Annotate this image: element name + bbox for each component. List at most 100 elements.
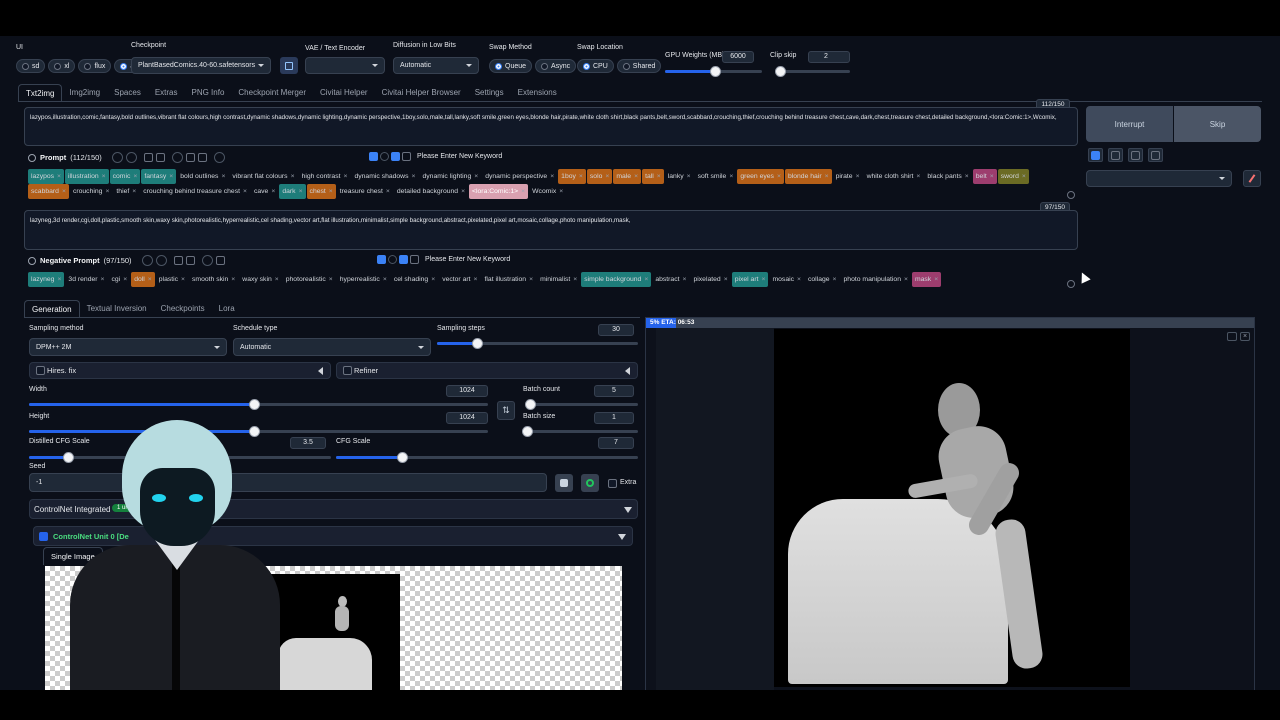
keyword-tag[interactable]: belt × bbox=[972, 169, 997, 184]
remove-tag-icon[interactable]: × bbox=[101, 276, 105, 283]
slider-thumb[interactable] bbox=[522, 426, 533, 437]
remove-tag-icon[interactable]: × bbox=[102, 173, 106, 180]
remove-tag-icon[interactable]: × bbox=[1022, 173, 1026, 180]
ui-option-xl[interactable]: xl bbox=[48, 59, 76, 73]
copy-icon[interactable] bbox=[173, 256, 183, 265]
keyword-tag[interactable]: black pants × bbox=[924, 169, 971, 184]
refiner-panel[interactable]: Refiner bbox=[336, 362, 638, 379]
keyword-tag[interactable]: abstract × bbox=[652, 272, 689, 287]
remove-tag-icon[interactable]: × bbox=[431, 276, 435, 283]
gpu-weights-input[interactable]: 6000 bbox=[722, 51, 754, 63]
keyword-tag[interactable]: plastic × bbox=[156, 272, 188, 287]
remove-tag-icon[interactable]: × bbox=[275, 276, 279, 283]
ui-option-sd[interactable]: sd bbox=[16, 59, 46, 73]
negative-keyword-input[interactable]: Please Enter New Keyword bbox=[425, 256, 510, 263]
keyword-tag[interactable]: vector art × bbox=[439, 272, 480, 287]
save-icon[interactable] bbox=[215, 256, 225, 265]
undo-icon[interactable] bbox=[171, 152, 183, 163]
settings-icon[interactable] bbox=[111, 152, 123, 163]
gpu-weights-slider[interactable] bbox=[665, 66, 762, 77]
slider-thumb[interactable] bbox=[774, 66, 786, 77]
interrupt-button[interactable]: Interrupt bbox=[1086, 106, 1173, 142]
slider-thumb[interactable] bbox=[472, 338, 484, 349]
clip-skip-slider[interactable] bbox=[774, 66, 850, 77]
remove-tag-icon[interactable]: × bbox=[132, 188, 136, 195]
keyword-tag[interactable]: dynamic perspective × bbox=[482, 169, 557, 184]
keyword-tag[interactable]: pixelated × bbox=[690, 272, 730, 287]
remove-tag-icon[interactable]: × bbox=[657, 173, 661, 180]
remove-tag-icon[interactable]: × bbox=[605, 173, 609, 180]
hires-fix-checkbox[interactable] bbox=[36, 366, 45, 375]
slider-thumb[interactable] bbox=[710, 66, 722, 77]
keyword-tag[interactable]: crouching × bbox=[70, 184, 112, 199]
collapse-left-icon[interactable] bbox=[625, 367, 630, 375]
remove-tag-icon[interactable]: × bbox=[133, 173, 137, 180]
keyword-tag[interactable]: soft smile × bbox=[695, 169, 737, 184]
swap-dimensions-button[interactable]: ⇅ bbox=[497, 401, 515, 420]
keyword-tag[interactable]: crouching behind treasure chest × bbox=[140, 184, 250, 199]
collapse-up-icon[interactable] bbox=[1067, 280, 1075, 288]
slider-thumb[interactable] bbox=[248, 399, 260, 410]
random-seed-button[interactable] bbox=[555, 474, 573, 492]
checkbox-icon[interactable] bbox=[402, 152, 411, 161]
keyword-tag[interactable]: doll × bbox=[131, 272, 155, 287]
keyword-tag[interactable]: tall × bbox=[642, 169, 664, 184]
collapse-icon[interactable] bbox=[28, 153, 36, 162]
remove-tag-icon[interactable]: × bbox=[777, 173, 781, 180]
checkbox-icon[interactable] bbox=[369, 152, 378, 161]
slider-thumb[interactable] bbox=[525, 399, 537, 410]
keyword-tag[interactable]: minimalist × bbox=[537, 272, 580, 287]
remove-tag-icon[interactable]: × bbox=[57, 173, 61, 180]
remove-tag-icon[interactable]: × bbox=[231, 276, 235, 283]
schedule-type-dropdown[interactable]: Automatic bbox=[233, 338, 431, 356]
keyword-tag[interactable]: green eyes × bbox=[737, 169, 784, 184]
batch-count-input[interactable]: 5 bbox=[594, 385, 634, 397]
keyword-tag[interactable]: cgi × bbox=[109, 272, 131, 287]
remove-tag-icon[interactable]: × bbox=[559, 188, 563, 195]
keyword-tag[interactable]: comic × bbox=[109, 169, 141, 184]
tab-spaces[interactable]: Spaces bbox=[107, 84, 148, 102]
checkbox-icon[interactable] bbox=[399, 255, 408, 264]
subtab-lora[interactable]: Lora bbox=[212, 300, 242, 318]
remove-tag-icon[interactable]: × bbox=[181, 276, 185, 283]
remove-tag-icon[interactable]: × bbox=[687, 173, 691, 180]
skip-button[interactable]: Skip bbox=[1174, 106, 1261, 142]
subtab-checkpoints[interactable]: Checkpoints bbox=[154, 300, 212, 318]
refresh-checkpoint-button[interactable] bbox=[280, 57, 298, 74]
remove-tag-icon[interactable]: × bbox=[386, 188, 390, 195]
tab-civitai-helper[interactable]: Civitai Helper bbox=[313, 84, 375, 102]
clipboard-style-button[interactable] bbox=[1148, 148, 1163, 162]
remove-tag-icon[interactable]: × bbox=[329, 188, 333, 195]
remove-tag-icon[interactable]: × bbox=[579, 173, 583, 180]
tab-checkpoint-merger[interactable]: Checkpoint Merger bbox=[231, 84, 313, 102]
keyword-tag[interactable]: high contrast × bbox=[299, 169, 351, 184]
remove-tag-icon[interactable]: × bbox=[329, 276, 333, 283]
keyword-tag[interactable]: photo manipulation × bbox=[841, 272, 911, 287]
settings-icon[interactable] bbox=[141, 255, 153, 266]
remove-tag-icon[interactable]: × bbox=[573, 276, 577, 283]
copy-style-button[interactable] bbox=[1108, 148, 1123, 162]
hires-fix-panel[interactable]: Hires. fix bbox=[29, 362, 331, 379]
remove-tag-icon[interactable]: × bbox=[291, 173, 295, 180]
tab-txt2img[interactable]: Txt2img bbox=[18, 84, 63, 102]
height-input[interactable]: 1024 bbox=[446, 412, 488, 424]
swap-method-queue[interactable]: Queue bbox=[489, 59, 533, 73]
extra-checkbox[interactable] bbox=[608, 479, 617, 488]
remove-tag-icon[interactable]: × bbox=[461, 188, 465, 195]
keyword-tag[interactable]: lazyneg × bbox=[28, 272, 65, 287]
distilled-cfg-input[interactable]: 3.5 bbox=[290, 437, 326, 449]
refiner-checkbox[interactable] bbox=[343, 366, 352, 375]
keyword-tag[interactable]: hyperrealistic × bbox=[337, 272, 390, 287]
collapse-left-icon[interactable] bbox=[318, 367, 323, 375]
keyword-tag[interactable]: lazypos × bbox=[28, 169, 65, 184]
remove-tag-icon[interactable]: × bbox=[904, 276, 908, 283]
remove-tag-icon[interactable]: × bbox=[856, 173, 860, 180]
remove-tag-icon[interactable]: × bbox=[797, 276, 801, 283]
remove-tag-icon[interactable]: × bbox=[299, 188, 303, 195]
remove-tag-icon[interactable]: × bbox=[148, 276, 152, 283]
cog-icon[interactable] bbox=[213, 152, 225, 163]
remove-tag-icon[interactable]: × bbox=[412, 173, 416, 180]
remove-tag-icon[interactable]: × bbox=[634, 173, 638, 180]
tab-img2img[interactable]: Img2img bbox=[62, 84, 107, 102]
keyword-tag[interactable]: Wcomix × bbox=[529, 184, 566, 199]
